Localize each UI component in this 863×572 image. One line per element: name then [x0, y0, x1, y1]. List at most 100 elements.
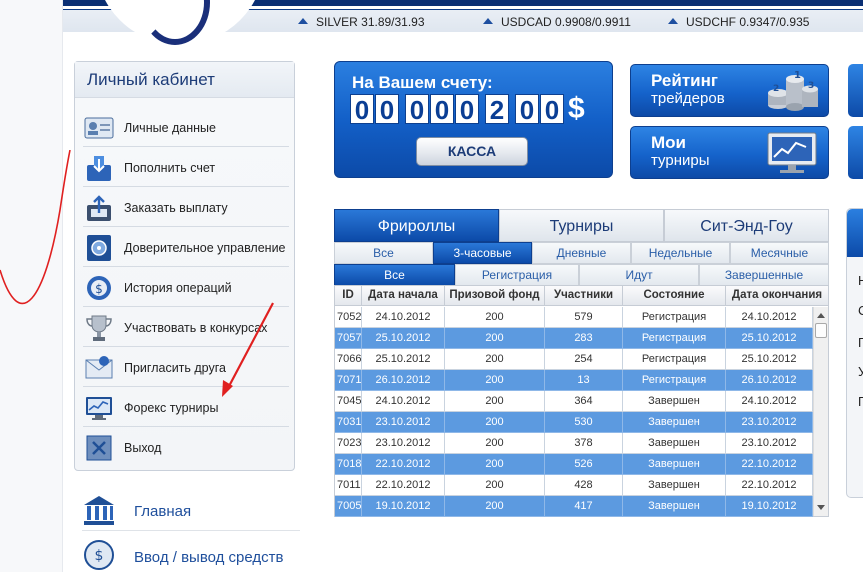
table-cell: 200: [445, 475, 545, 496]
tab-tournaments[interactable]: Турниры: [499, 209, 664, 242]
table-cell: 7071: [335, 370, 362, 391]
table-row[interactable]: 7045 24.10.2012 200 364 Завершен 24.10.2012: [335, 391, 813, 412]
table-cell: Завершен: [623, 475, 726, 496]
svg-text:3: 3: [808, 81, 814, 91]
table-cell: Регистрация: [623, 307, 726, 328]
table-row[interactable]: 7071 26.10.2012 200 13 Регистрация 26.10.2012: [335, 370, 813, 391]
table-cell: 200: [445, 391, 545, 412]
table-cell: 200: [445, 454, 545, 475]
tab-period-monthly[interactable]: Месячные: [730, 242, 829, 264]
column-header[interactable]: Участники: [545, 286, 623, 306]
currency-symbol: $: [568, 92, 585, 125]
table-cell: 13: [545, 370, 623, 391]
tournament-type-tabs: Фрироллы Турниры Сит-Энд-Гоу: [334, 209, 829, 242]
balance-digit: 0: [430, 94, 454, 125]
tab-period-3-hour[interactable]: 3-часовые: [433, 242, 532, 264]
tab-sit-and-go[interactable]: Сит-Энд-Гоу: [664, 209, 829, 242]
table-cell: 417: [545, 496, 623, 517]
table-row[interactable]: 7057 25.10.2012 200 283 Регистрация 25.10.201…: [335, 328, 813, 349]
tab-status-all[interactable]: Все: [334, 264, 455, 286]
table-row[interactable]: 7023 23.10.2012 200 378 Завершен 23.10.2012: [335, 433, 813, 454]
table-row[interactable]: 7018 22.10.2012 200 526 Завершен 22.10.2012: [335, 454, 813, 475]
trader-rating-button[interactable]: Рейтинг трейдеров 1 2 3: [630, 64, 829, 117]
table-cell: 526: [545, 454, 623, 475]
ticker-item: USDCAD 0.9908/0.9911: [483, 15, 631, 29]
menu-item-label: Пригласить друга: [124, 360, 226, 375]
table-cell: Завершен: [623, 412, 726, 433]
balance-digits: 0 0 0 0 0 2 0 0 $: [350, 92, 585, 125]
table-cell: 530: [545, 412, 623, 433]
table-cell: Регистрация: [623, 328, 726, 349]
table-cell: 200: [445, 433, 545, 454]
table-row[interactable]: 7005 19.10.2012 200 417 Завершен 19.10.2012: [335, 496, 813, 517]
promo-subtitle: турниры: [651, 152, 710, 169]
table-cell: 26.10.2012: [362, 370, 445, 391]
partial-panel-letter: С: [858, 303, 863, 318]
table-cell: 26.10.2012: [726, 370, 813, 391]
column-header[interactable]: Дата начала: [362, 286, 445, 306]
table-scrollbar[interactable]: [813, 307, 828, 516]
tab-period-weekly[interactable]: Недельные: [631, 242, 730, 264]
table-cell: 22.10.2012: [726, 454, 813, 475]
menu-item-deposit[interactable]: Пополнить счет: [83, 149, 289, 187]
tab-period-daily[interactable]: Дневные: [532, 242, 631, 264]
promo-title: Рейтинг: [651, 71, 718, 90]
table-cell: 7045: [335, 391, 362, 412]
deposit-icon: [83, 152, 115, 184]
my-tournaments-button[interactable]: Мои турниры: [630, 126, 829, 179]
cabinet-title: Личный кабинет: [75, 62, 294, 98]
cash-desk-button[interactable]: КАССА: [416, 137, 528, 166]
table-row[interactable]: 7011 22.10.2012 200 428 Завершен 22.10.2012: [335, 475, 813, 496]
tab-status-running[interactable]: Идут: [579, 264, 699, 286]
menu-item-withdraw[interactable]: Заказать выплату: [83, 189, 289, 227]
svg-text:2: 2: [773, 84, 779, 94]
withdraw-icon: [83, 192, 115, 224]
table-cell: 200: [445, 412, 545, 433]
tab-status-registration[interactable]: Регистрация: [455, 264, 579, 286]
table-row[interactable]: 7066 25.10.2012 200 254 Регистрация 25.10.201…: [335, 349, 813, 370]
table-cell: 23.10.2012: [726, 412, 813, 433]
partial-promo-box[interactable]: [848, 126, 863, 179]
tab-period-all[interactable]: Все: [334, 242, 433, 264]
monitor-chart-icon: [83, 392, 115, 424]
balance-digit: 0: [350, 94, 374, 125]
table-cell: Регистрация: [623, 370, 726, 391]
scroll-down-icon[interactable]: [817, 505, 825, 510]
scroll-thumb[interactable]: [815, 323, 827, 338]
column-header[interactable]: Состояние: [623, 286, 726, 306]
tab-status-finished[interactable]: Завершенные: [699, 264, 829, 286]
tab-freerolls[interactable]: Фрироллы: [334, 209, 499, 242]
svg-text:1: 1: [794, 70, 801, 81]
period-tabs: Все 3-часовые Дневные Недельные Месячные: [334, 242, 829, 264]
promo-title: Мои: [651, 133, 686, 152]
table-cell: 200: [445, 349, 545, 370]
exit-icon: [83, 432, 115, 464]
scroll-up-icon[interactable]: [817, 313, 825, 318]
partial-promo-box[interactable]: [848, 64, 863, 117]
menu-item-logout[interactable]: Выход: [83, 429, 289, 467]
up-arrow-icon: [668, 18, 678, 24]
monitor-chart-icon: [767, 132, 817, 173]
table-header: ID Дата начала Призовой фонд Участники С…: [335, 286, 828, 306]
column-header[interactable]: Дата окончания: [726, 286, 828, 306]
menu-item-personal-data[interactable]: Личные данные: [83, 109, 289, 147]
table-cell: 25.10.2012: [362, 328, 445, 349]
account-balance-title: На Вашем счету:: [352, 73, 493, 92]
column-header[interactable]: Призовой фонд: [445, 286, 545, 306]
menu-item-label: Выход: [124, 441, 162, 455]
column-header[interactable]: ID: [335, 286, 362, 306]
nav-item-home[interactable]: Главная: [82, 493, 300, 531]
nav-item-deposit-withdraw[interactable]: $ Ввод / вывод средств: [82, 538, 300, 572]
red-arrow-annotation: [222, 302, 274, 397]
table-cell: 23.10.2012: [362, 412, 445, 433]
table-row[interactable]: 7031 23.10.2012 200 530 Завершен 23.10.2012: [335, 412, 813, 433]
table-row[interactable]: 7052 24.10.2012 200 579 Регистрация 24.10.201…: [335, 307, 813, 328]
id-card-icon: [83, 112, 115, 144]
table-cell: 364: [545, 391, 623, 412]
safe-icon: [83, 232, 115, 264]
table-cell: 7066: [335, 349, 362, 370]
table-cell: Завершен: [623, 433, 726, 454]
table-cell: Завершен: [623, 391, 726, 412]
menu-item-trust-management[interactable]: Доверительное управление: [83, 229, 289, 267]
table-cell: Регистрация: [623, 349, 726, 370]
